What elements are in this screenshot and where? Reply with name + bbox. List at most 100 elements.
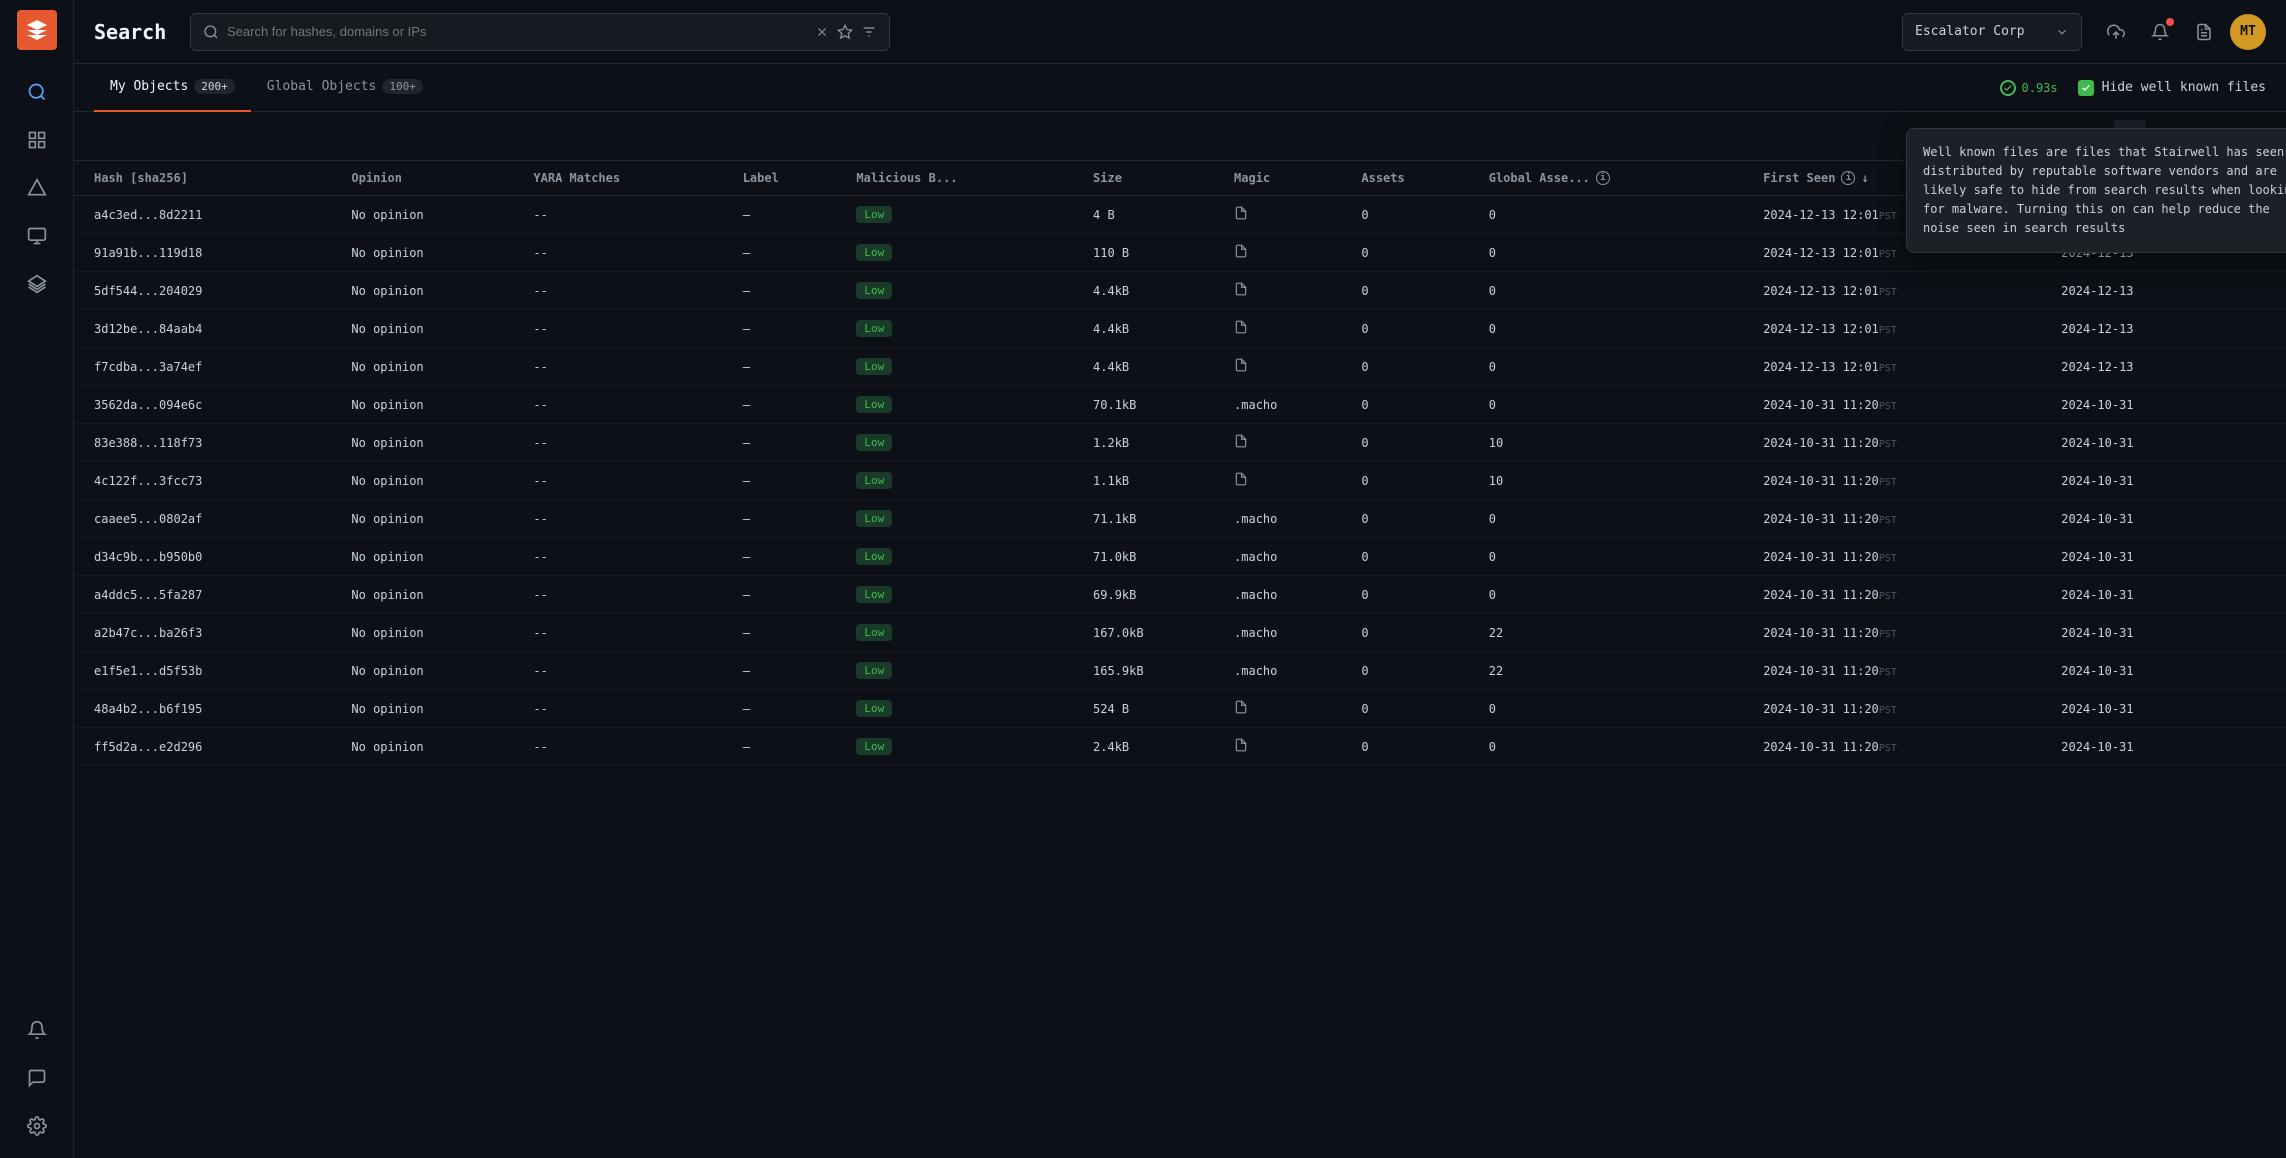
col-malicious[interactable]: Malicious B... bbox=[844, 161, 1081, 196]
last-seen-cell: 2024-12-13 bbox=[2049, 348, 2286, 386]
file-icon bbox=[1234, 737, 1248, 753]
first-seen-cell: 2024-10-31 11:20PST bbox=[1751, 652, 2049, 690]
table-row[interactable]: caaee5...0802af No opinion -- – Low 71.1… bbox=[74, 500, 2286, 538]
col-magic[interactable]: Magic bbox=[1222, 161, 1349, 196]
col-assets[interactable]: Assets bbox=[1349, 161, 1476, 196]
avatar[interactable]: MT bbox=[2230, 14, 2266, 50]
first-seen-cell: 2024-12-13 12:01PST bbox=[1751, 272, 2049, 310]
assets-cell: 0 bbox=[1349, 500, 1476, 538]
sort-desc-icon: ↓ bbox=[1861, 171, 1868, 185]
first-seen-cell: 2024-10-31 11:20PST bbox=[1751, 728, 2049, 766]
search-bar bbox=[190, 13, 890, 51]
table-row[interactable]: 5df544...204029 No opinion -- – Low 4.4k… bbox=[74, 272, 2286, 310]
filter-search-button[interactable] bbox=[861, 24, 877, 40]
tab-my-objects[interactable]: My Objects 200+ bbox=[94, 64, 251, 112]
malicious-cell: Low bbox=[844, 234, 1081, 272]
label-cell: – bbox=[731, 728, 845, 766]
sidebar-item-search[interactable] bbox=[15, 70, 59, 114]
sidebar-item-dashboard[interactable] bbox=[15, 118, 59, 162]
magic-cell bbox=[1222, 234, 1349, 272]
clear-search-button[interactable] bbox=[815, 25, 829, 39]
opinion-cell: No opinion bbox=[339, 196, 521, 234]
table-body: a4c3ed...8d2211 No opinion -- – Low 4 B … bbox=[74, 196, 2286, 766]
yara-cell: -- bbox=[521, 462, 730, 500]
sidebar-item-monitor[interactable] bbox=[15, 214, 59, 258]
first-seen-tz: PST bbox=[1879, 667, 1897, 678]
table-row[interactable]: a2b47c...ba26f3 No opinion -- – Low 167.… bbox=[74, 614, 2286, 652]
magic-cell bbox=[1222, 348, 1349, 386]
opinion-cell: No opinion bbox=[339, 614, 521, 652]
table-row[interactable]: 48a4b2...b6f195 No opinion -- – Low 524 … bbox=[74, 690, 2286, 728]
org-selector[interactable]: Escalator Corp bbox=[1902, 13, 2082, 51]
table-row[interactable]: 3d12be...84aab4 No opinion -- – Low 4.4k… bbox=[74, 310, 2286, 348]
table-row[interactable]: d34c9b...b950b0 No opinion -- – Low 71.0… bbox=[74, 538, 2286, 576]
size-cell: 524 B bbox=[1081, 690, 1222, 728]
size-cell: 2.4kB bbox=[1081, 728, 1222, 766]
global-assets-cell: 22 bbox=[1477, 652, 1751, 690]
col-size[interactable]: Size bbox=[1081, 161, 1222, 196]
magic-value: .macho bbox=[1234, 398, 1277, 412]
hash-cell: d34c9b...b950b0 bbox=[74, 538, 339, 576]
table-row[interactable]: 4c122f...3fcc73 No opinion -- – Low 1.1k… bbox=[74, 462, 2286, 500]
reports-button[interactable] bbox=[2186, 14, 2222, 50]
assets-cell: 0 bbox=[1349, 614, 1476, 652]
global-assets-cell: 0 bbox=[1477, 310, 1751, 348]
opinion-cell: No opinion bbox=[339, 272, 521, 310]
header-actions: MT bbox=[2098, 14, 2266, 50]
first-seen-cell: 2024-10-31 11:20PST bbox=[1751, 424, 2049, 462]
search-input-wrap[interactable] bbox=[190, 13, 890, 51]
first-seen-tz: PST bbox=[1879, 401, 1897, 412]
magic-cell: .macho bbox=[1222, 576, 1349, 614]
search-icon bbox=[203, 24, 219, 40]
last-seen-cell: 2024-10-31 bbox=[2049, 462, 2286, 500]
table-row[interactable]: 83e388...118f73 No opinion -- – Low 1.2k… bbox=[74, 424, 2286, 462]
hide-known-toggle[interactable]: Hide well known files Well known files a… bbox=[2078, 80, 2266, 96]
col-opinion[interactable]: Opinion bbox=[339, 161, 521, 196]
opinion-cell: No opinion bbox=[339, 462, 521, 500]
assets-cell: 0 bbox=[1349, 348, 1476, 386]
yara-cell: -- bbox=[521, 690, 730, 728]
global-assets-cell: 0 bbox=[1477, 348, 1751, 386]
global-assets-cell: 10 bbox=[1477, 424, 1751, 462]
search-input[interactable] bbox=[227, 24, 807, 39]
label-cell: – bbox=[731, 310, 845, 348]
label-cell: – bbox=[731, 614, 845, 652]
sidebar-item-settings[interactable] bbox=[15, 1104, 59, 1148]
tab-global-objects[interactable]: Global Objects 100+ bbox=[251, 64, 439, 112]
sidebar-item-notifications[interactable] bbox=[15, 1008, 59, 1052]
global-assets-cell: 0 bbox=[1477, 728, 1751, 766]
hide-known-checkbox[interactable] bbox=[2078, 80, 2094, 96]
col-hash[interactable]: Hash [sha256] bbox=[74, 161, 339, 196]
magic-cell bbox=[1222, 196, 1349, 234]
size-cell: 167.0kB bbox=[1081, 614, 1222, 652]
magic-cell bbox=[1222, 310, 1349, 348]
app-logo[interactable] bbox=[17, 10, 57, 50]
first-seen-cell: 2024-12-13 12:01PST bbox=[1751, 348, 2049, 386]
global-assets-cell: 0 bbox=[1477, 272, 1751, 310]
magic-value: .macho bbox=[1234, 626, 1277, 640]
opinion-cell: No opinion bbox=[339, 576, 521, 614]
magic-cell: .macho bbox=[1222, 538, 1349, 576]
magic-value: .macho bbox=[1234, 550, 1277, 564]
table-row[interactable]: 3562da...094e6c No opinion -- – Low 70.1… bbox=[74, 386, 2286, 424]
global-assets-cell: 0 bbox=[1477, 500, 1751, 538]
label-cell: – bbox=[731, 576, 845, 614]
table-row[interactable]: a4ddc5...5fa287 No opinion -- – Low 69.9… bbox=[74, 576, 2286, 614]
col-yara[interactable]: YARA Matches bbox=[521, 161, 730, 196]
notifications-button[interactable] bbox=[2142, 14, 2178, 50]
favorite-search-button[interactable] bbox=[837, 24, 853, 40]
col-global-assets[interactable]: Global Asse... i bbox=[1477, 161, 1751, 196]
table-row[interactable]: e1f5e1...d5f53b No opinion -- – Low 165.… bbox=[74, 652, 2286, 690]
upload-button[interactable] bbox=[2098, 14, 2134, 50]
col-label[interactable]: Label bbox=[731, 161, 845, 196]
file-icon bbox=[1234, 243, 1248, 259]
sidebar-item-hunt[interactable] bbox=[15, 166, 59, 210]
first-seen-tz: PST bbox=[1879, 439, 1897, 450]
sidebar-item-layers[interactable] bbox=[15, 262, 59, 306]
table-row[interactable]: ff5d2a...e2d296 No opinion -- – Low 2.4k… bbox=[74, 728, 2286, 766]
size-cell: 4.4kB bbox=[1081, 272, 1222, 310]
sidebar-item-messages[interactable] bbox=[15, 1056, 59, 1100]
first-seen-tz: PST bbox=[1879, 477, 1897, 488]
size-cell: 4.4kB bbox=[1081, 348, 1222, 386]
table-row[interactable]: f7cdba...3a74ef No opinion -- – Low 4.4k… bbox=[74, 348, 2286, 386]
